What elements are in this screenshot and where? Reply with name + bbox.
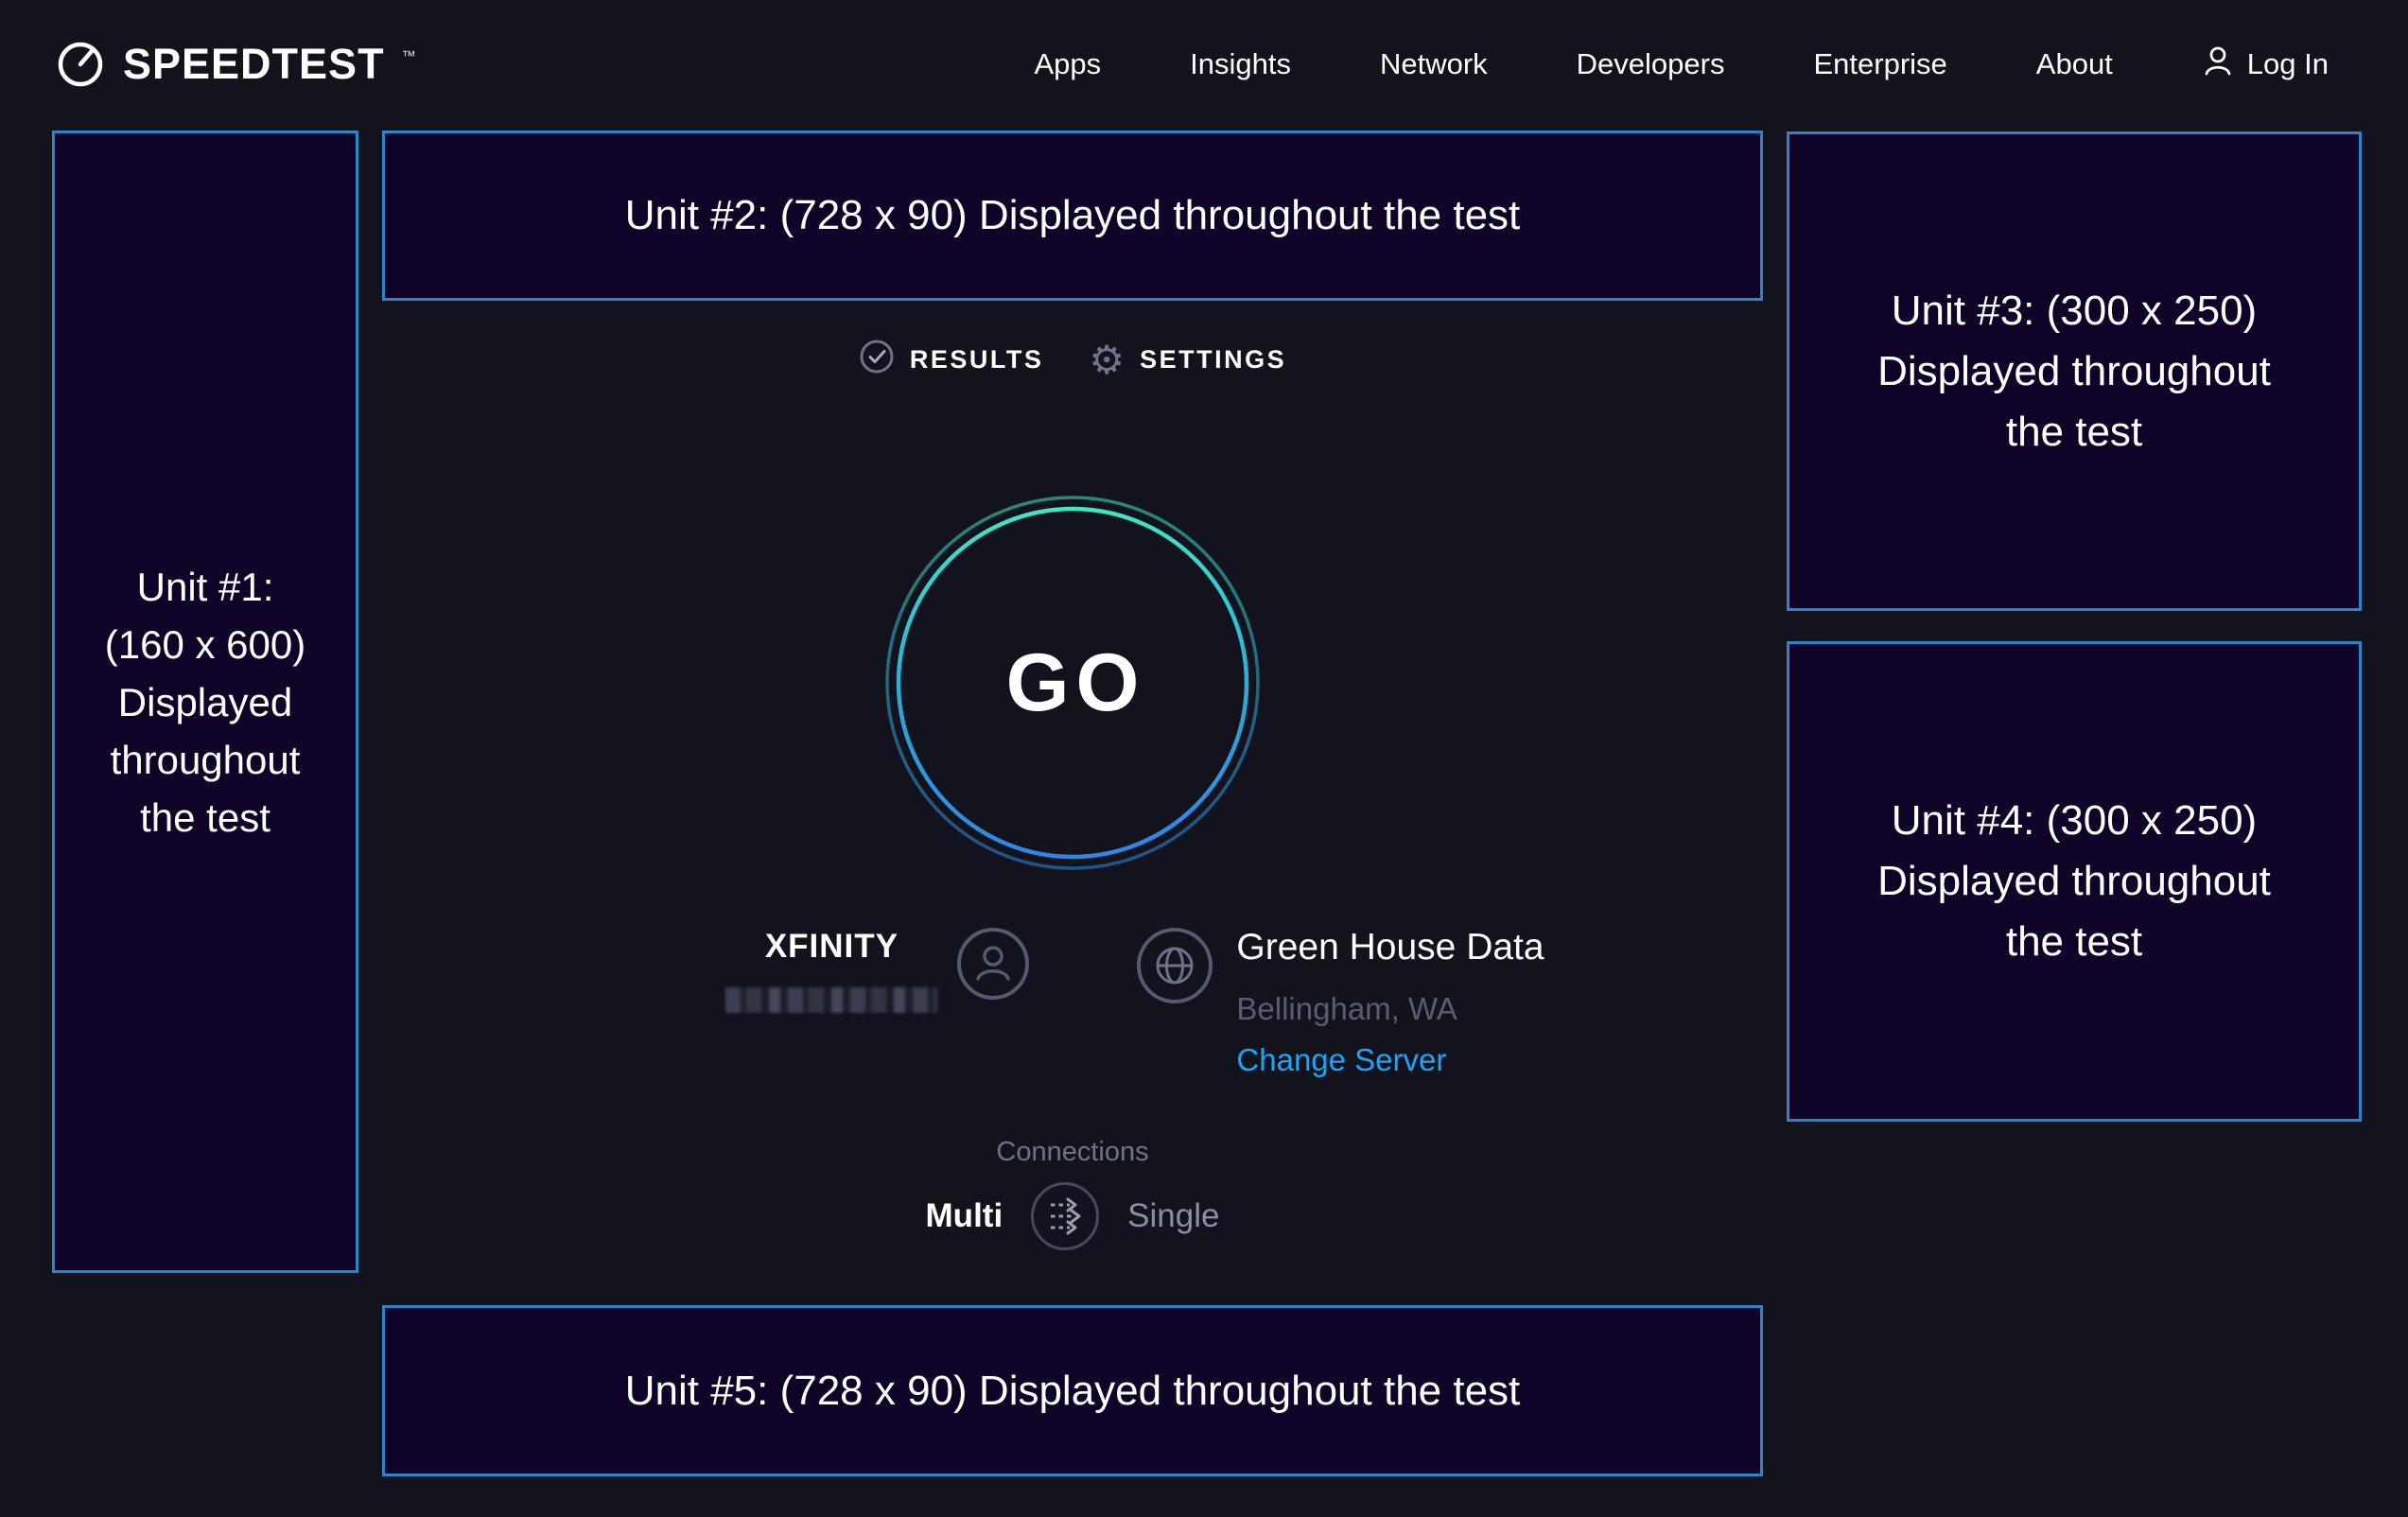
redacted-ip-text: [725, 987, 937, 1013]
speedometer-icon: [55, 35, 106, 95]
go-button[interactable]: GO: [883, 494, 1262, 872]
tab-results[interactable]: RESULTS: [859, 339, 1044, 381]
check-circle-icon: [859, 339, 895, 381]
ad-text-line: throughout: [111, 731, 301, 789]
ad-text-line: the test: [2006, 912, 2142, 972]
connections-heading: Connections: [382, 1137, 1763, 1168]
connections-multi-option[interactable]: Multi: [926, 1197, 1003, 1235]
isp-cell: XFINITY: [725, 927, 1030, 1013]
speedtest-logo[interactable]: SPEEDTEST ™: [55, 35, 416, 95]
server-name: Green House Data: [1236, 927, 1544, 968]
ad-unit-4-rectangle[interactable]: Unit #4: (300 x 250) Displayed throughou…: [1787, 641, 2362, 1122]
tab-results-label: RESULTS: [910, 345, 1044, 375]
ad-text-line: Displayed throughout: [1877, 851, 2271, 912]
connections-single-option[interactable]: Single: [1127, 1197, 1219, 1235]
isp-name[interactable]: XFINITY: [765, 927, 899, 967]
user-icon: [2202, 44, 2234, 85]
test-panel: RESULTS ⚙ SETTINGS GO: [382, 0, 1763, 1517]
login-button[interactable]: Log In: [2202, 44, 2329, 85]
tab-settings[interactable]: ⚙ SETTINGS: [1089, 341, 1286, 379]
go-label: GO: [883, 494, 1262, 872]
connection-info-row: XFINITY: [445, 927, 1825, 1078]
tab-settings-label: SETTINGS: [1140, 345, 1286, 375]
connections-toggle-row: Multi Single: [382, 1180, 1763, 1252]
change-server-link[interactable]: Change Server: [1236, 1042, 1446, 1078]
logo-wordmark: SPEEDTEST: [123, 40, 385, 89]
nav-item-enterprise[interactable]: Enterprise: [1813, 47, 1946, 81]
ad-unit-3-rectangle[interactable]: Unit #3: (300 x 250) Displayed throughou…: [1787, 131, 2362, 611]
ad-text-line: the test: [140, 789, 270, 846]
tabs-row: RESULTS ⚙ SETTINGS: [382, 339, 1763, 381]
ad-text-line: Unit #3: (300 x 250): [1892, 281, 2257, 341]
ad-text-line: Displayed throughout: [1877, 341, 2271, 402]
ad-text-line: Displayed: [118, 673, 292, 731]
globe-icon: [1136, 927, 1213, 1009]
speedtest-page: SPEEDTEST ™ Apps Insights Network Develo…: [0, 0, 2408, 1517]
server-cell: Green House Data Bellingham, WA Change S…: [1136, 927, 1544, 1078]
multi-arrows-icon[interactable]: [1029, 1180, 1101, 1252]
ad-text-line: the test: [2006, 402, 2142, 462]
gear-icon: ⚙: [1089, 341, 1125, 379]
ad-text-line: Unit #1:: [137, 558, 274, 616]
ad-text-line: Unit #4: (300 x 250): [1892, 791, 2257, 851]
ad-text-line: (160 x 600): [105, 616, 305, 673]
nav-item-about[interactable]: About: [2036, 47, 2113, 81]
login-label: Log In: [2247, 47, 2329, 81]
ad-unit-1-skyscraper[interactable]: Unit #1: (160 x 600) Displayed throughou…: [52, 131, 358, 1273]
server-location: Bellingham, WA: [1236, 991, 1457, 1027]
user-circle-icon: [956, 927, 1030, 1005]
